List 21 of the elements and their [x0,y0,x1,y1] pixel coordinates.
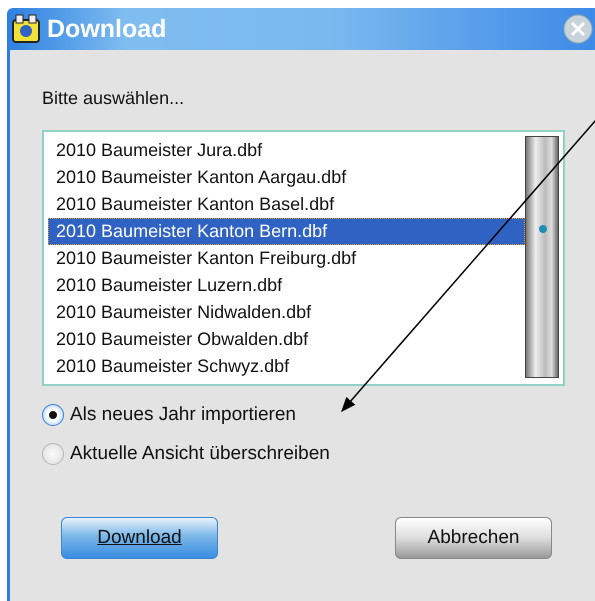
file-item[interactable]: 2010 Baumeister Nidwalden.dbf [48,299,525,326]
file-item[interactable]: 2010 Baumeister Luzern.dbf [48,272,525,299]
file-item[interactable]: 2010 Baumeister Kanton Bern.dbf [48,218,525,245]
file-item[interactable]: 2010 Baumeister Jura.dbf [48,137,525,164]
prompt-label: Bitte auswählen... [42,88,186,109]
scrollbar[interactable] [525,136,559,378]
radio-button[interactable] [42,404,64,426]
radio-button[interactable] [42,443,64,465]
close-icon[interactable] [563,14,593,44]
download-button[interactable]: Download [61,517,218,559]
file-item[interactable]: 2010 Baumeister Kanton Freiburg.dbf [48,245,525,272]
file-item[interactable]: 2010 Baumeister Kanton Aargau.dbf [48,164,525,191]
cancel-button[interactable]: Abbrechen [395,517,552,559]
file-item[interactable]: 2010 Baumeister Schwyz.dbf [48,353,525,380]
scroll-thumb-dot-icon [539,225,547,233]
app-icon [11,14,41,44]
radio-label: Aktuelle Ansicht überschreiben [70,443,330,465]
file-item[interactable]: 2010 Baumeister Kanton Basel.dbf [48,191,525,218]
window-title: Download [47,14,168,44]
file-item[interactable]: 2010 Baumeister Obwalden.dbf [48,326,525,353]
radio-label: Als neues Jahr importieren [70,404,296,426]
